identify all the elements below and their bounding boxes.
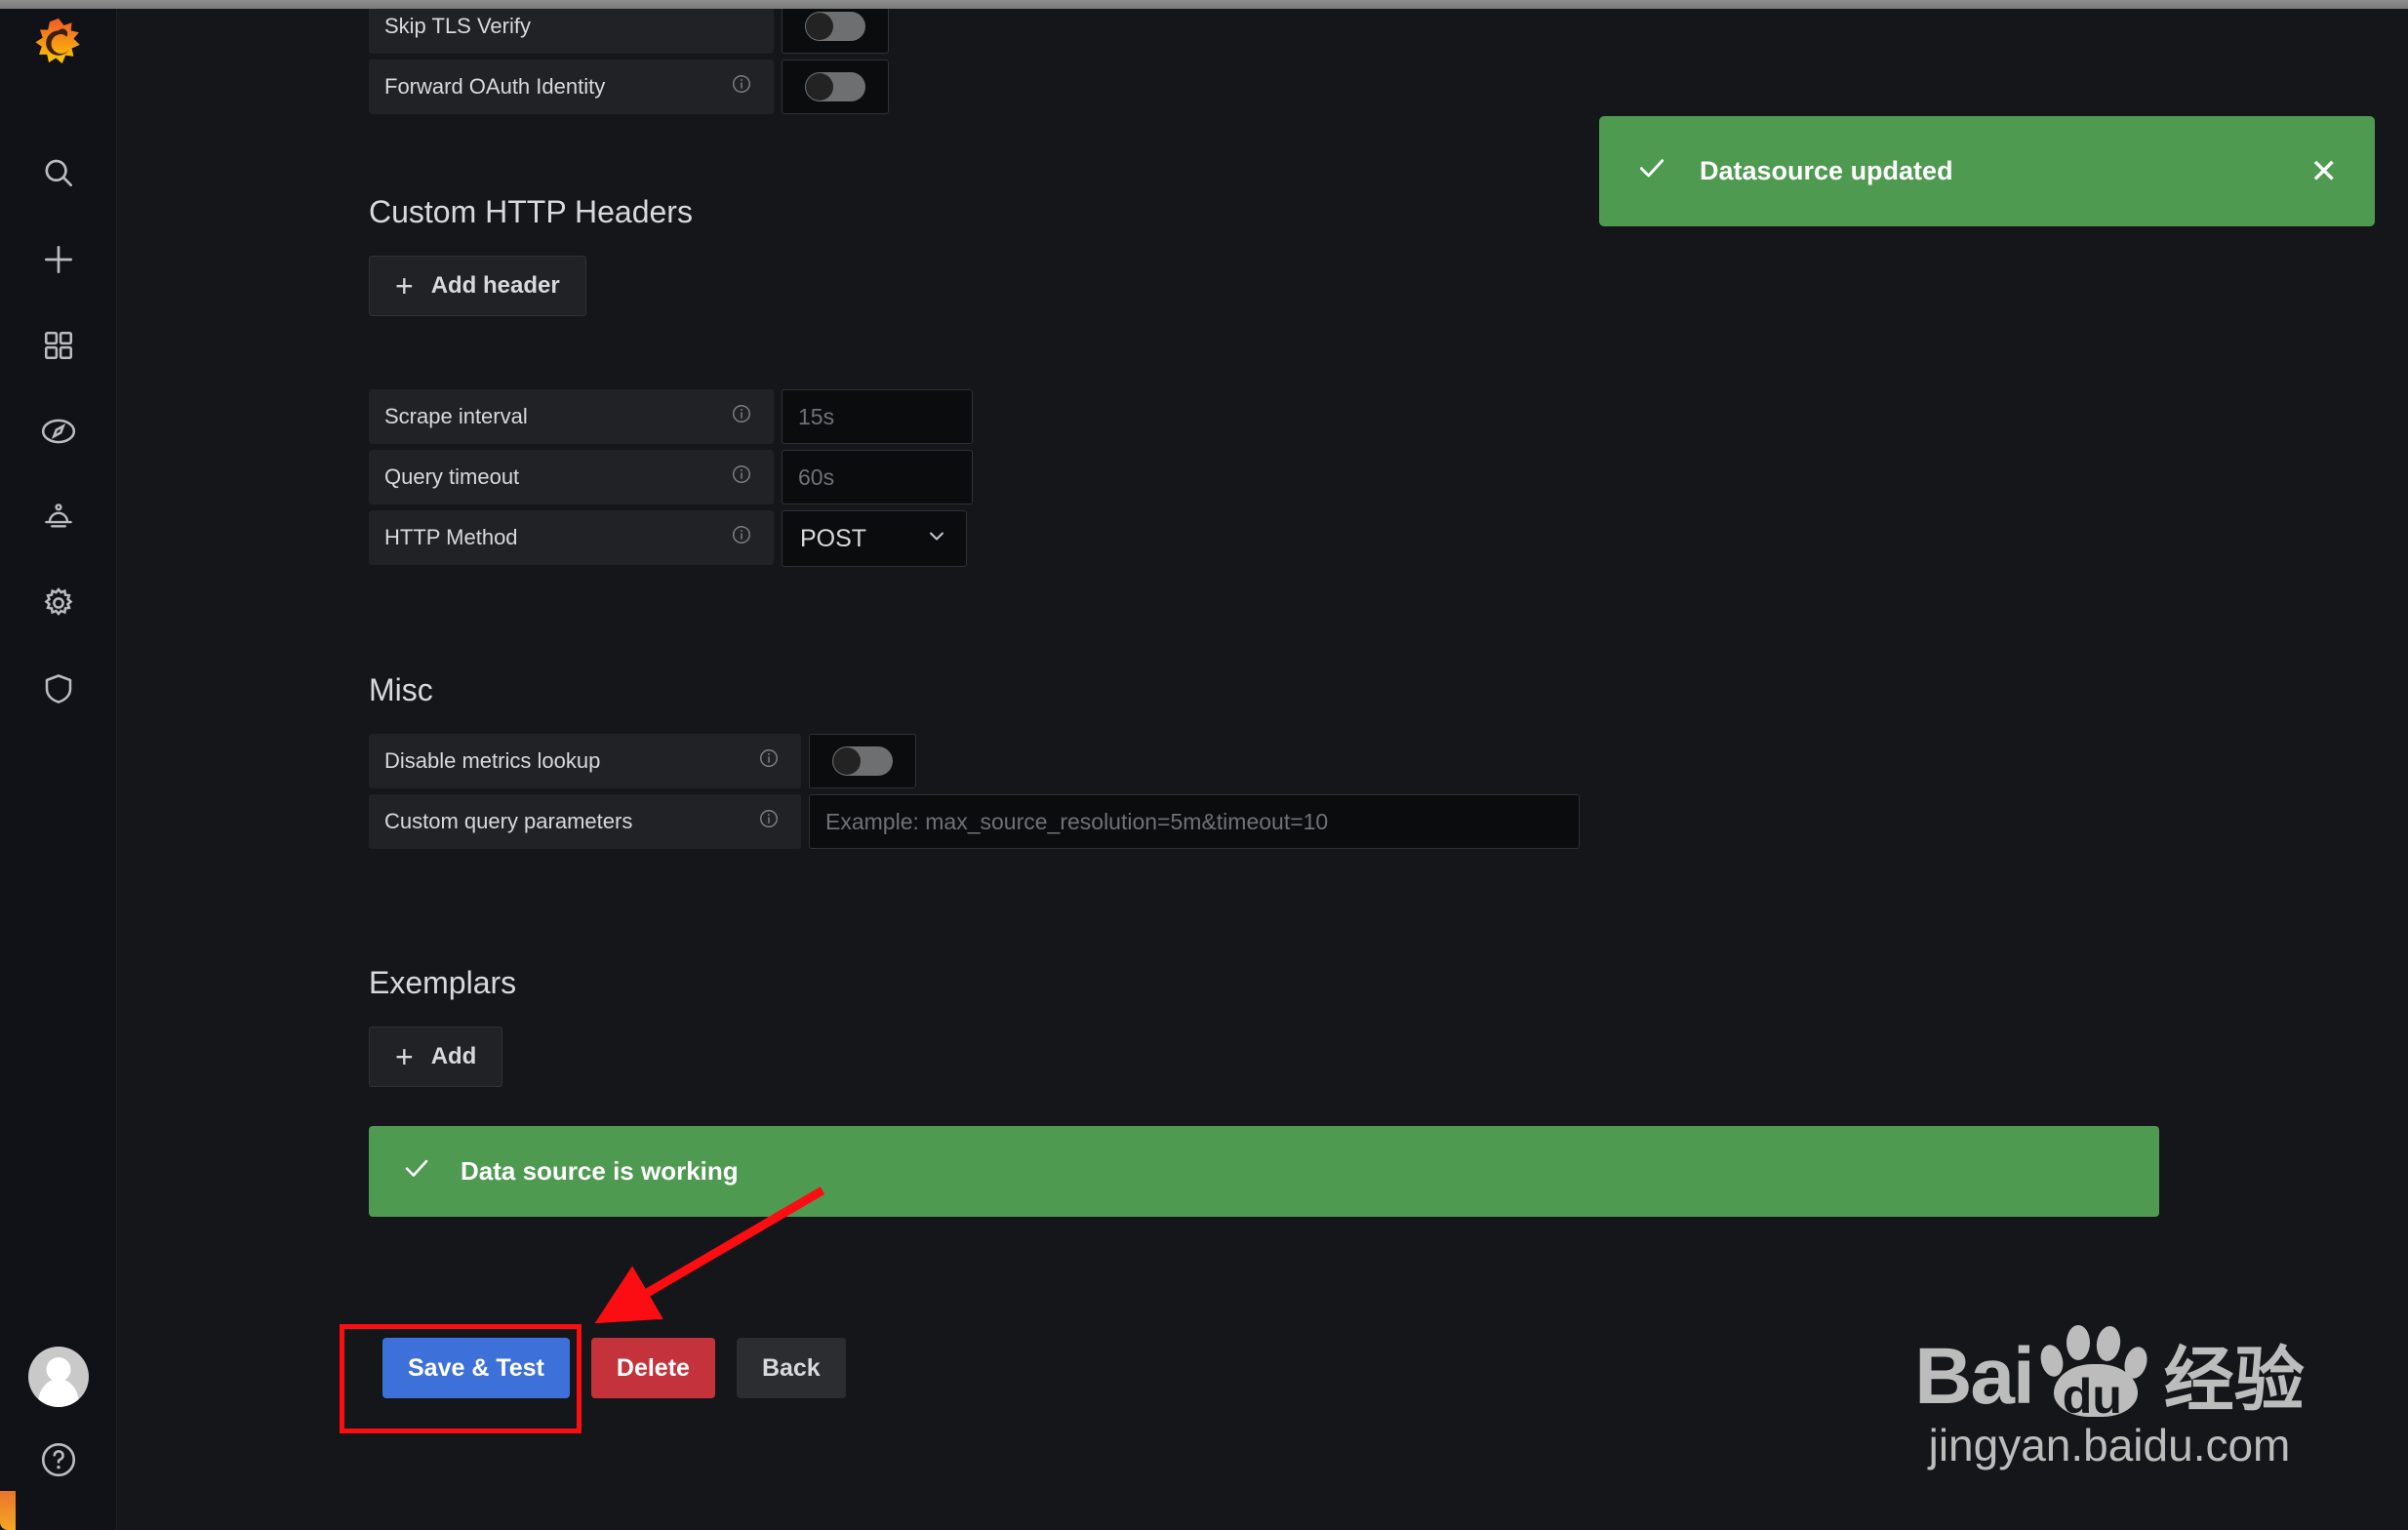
watermark-cn-text: 经验 bbox=[2163, 1338, 2305, 1421]
misc-section: Misc Disable metrics lookup Custom query… bbox=[369, 672, 1580, 855]
info-icon[interactable] bbox=[731, 463, 752, 491]
custom-http-headers-section: Custom HTTP Headers + Add header bbox=[369, 194, 693, 316]
field-row-skip-tls-verify: Skip TLS Verify bbox=[369, 9, 889, 54]
toggle-knob bbox=[806, 13, 833, 40]
shield-icon bbox=[41, 671, 76, 706]
compass-icon bbox=[40, 413, 77, 450]
add-header-label: Add header bbox=[430, 272, 560, 299]
add-exemplar-label: Add bbox=[430, 1043, 477, 1069]
dashboards-grid-icon bbox=[42, 329, 75, 362]
plus-icon bbox=[40, 241, 77, 278]
sidebar-item-configuration[interactable] bbox=[0, 560, 117, 646]
baidu-paw-icon: du bbox=[2037, 1323, 2154, 1421]
sidebar-nav-list bbox=[0, 131, 117, 732]
sidebar-item-dashboards[interactable] bbox=[0, 302, 117, 388]
user-avatar-icon[interactable] bbox=[27, 1347, 89, 1407]
field-row-query-timeout: Query timeout bbox=[369, 450, 973, 504]
window-top-edge bbox=[0, 0, 2408, 9]
scrape-interval-input[interactable] bbox=[782, 389, 973, 444]
search-icon bbox=[40, 155, 77, 192]
exemplars-section: Exemplars + Add bbox=[369, 965, 516, 1087]
info-icon[interactable] bbox=[731, 524, 752, 551]
disable-metrics-lookup-toggle[interactable] bbox=[809, 734, 916, 788]
info-icon[interactable] bbox=[758, 808, 780, 835]
main-sidebar bbox=[0, 0, 117, 1530]
grafana-logo-icon[interactable] bbox=[28, 14, 89, 74]
auth-fields-group: Skip TLS Verify Forward OAuth Identity bbox=[369, 9, 889, 120]
toggle-track bbox=[832, 746, 893, 776]
datasource-test-result-banner: Data source is working bbox=[369, 1126, 2159, 1217]
watermark-paw-label: du bbox=[2062, 1369, 2122, 1424]
sidebar-item-explore[interactable] bbox=[0, 388, 117, 474]
watermark-brand-text: Bai bbox=[1914, 1332, 2035, 1422]
datasource-updated-toast: Datasource updated ✕ bbox=[1599, 116, 2375, 226]
query-timeout-input[interactable] bbox=[782, 450, 973, 504]
http-method-label: HTTP Method bbox=[369, 510, 774, 565]
baidu-jingyan-watermark: Bai du 经验 jingyan.baidu.com bbox=[1895, 1323, 2324, 1471]
question-circle-icon[interactable] bbox=[31, 1432, 86, 1487]
bell-icon bbox=[41, 500, 76, 535]
info-icon[interactable] bbox=[758, 747, 780, 775]
sidebar-bottom-section bbox=[27, 1347, 89, 1530]
label-text: Custom query parameters bbox=[384, 809, 633, 833]
grafana-datasource-settings-page: Skip TLS Verify Forward OAuth Identity C… bbox=[0, 0, 2408, 1530]
label-text: Forward OAuth Identity bbox=[384, 74, 606, 99]
label-text: HTTP Method bbox=[384, 525, 518, 549]
custom-query-parameters-label: Custom query parameters bbox=[369, 794, 801, 849]
label-text: Skip TLS Verify bbox=[384, 14, 531, 38]
check-icon bbox=[402, 1153, 431, 1189]
field-row-custom-query-parameters: Custom query parameters bbox=[369, 794, 1580, 849]
custom-query-parameters-input[interactable] bbox=[809, 794, 1580, 849]
field-row-forward-oauth-identity: Forward OAuth Identity bbox=[369, 60, 889, 114]
toggle-track bbox=[805, 12, 865, 41]
sidebar-item-server-admin[interactable] bbox=[0, 646, 117, 732]
toggle-track bbox=[805, 72, 865, 101]
label-text: Query timeout bbox=[384, 464, 520, 489]
info-icon[interactable] bbox=[731, 73, 752, 101]
plus-icon: + bbox=[395, 1039, 414, 1074]
form-action-buttons: Save & Test Delete Back bbox=[382, 1338, 846, 1398]
exemplars-title: Exemplars bbox=[369, 965, 517, 1000]
toggle-knob bbox=[806, 73, 833, 101]
label-text: Scrape interval bbox=[384, 404, 528, 428]
plus-icon: + bbox=[395, 268, 414, 303]
query-timeout-label: Query timeout bbox=[369, 450, 774, 504]
field-row-disable-metrics-lookup: Disable metrics lookup bbox=[369, 734, 1580, 788]
test-result-message: Data source is working bbox=[461, 1156, 739, 1186]
scrape-interval-label: Scrape interval bbox=[369, 389, 774, 444]
forward-oauth-identity-label: Forward OAuth Identity bbox=[369, 60, 774, 114]
http-method-selected-value: POST bbox=[800, 524, 867, 552]
disable-metrics-lookup-label: Disable metrics lookup bbox=[369, 734, 801, 788]
sidebar-item-search[interactable] bbox=[0, 131, 117, 217]
save-and-test-button[interactable]: Save & Test bbox=[382, 1338, 570, 1398]
add-header-button[interactable]: + Add header bbox=[369, 256, 586, 316]
gear-icon bbox=[40, 584, 77, 622]
misc-title: Misc bbox=[369, 672, 433, 707]
skip-tls-verify-toggle[interactable] bbox=[782, 9, 889, 54]
chevron-down-icon bbox=[925, 524, 948, 554]
check-icon bbox=[1636, 152, 1667, 190]
watermark-url: jingyan.baidu.com bbox=[1928, 1420, 2291, 1470]
forward-oauth-identity-toggle[interactable] bbox=[782, 60, 889, 114]
close-icon[interactable]: ✕ bbox=[2310, 155, 2339, 188]
sidebar-item-alerting[interactable] bbox=[0, 474, 117, 560]
skip-tls-verify-label: Skip TLS Verify bbox=[369, 9, 774, 54]
http-method-select[interactable]: POST bbox=[782, 510, 967, 567]
info-icon[interactable] bbox=[731, 403, 752, 430]
sidebar-item-create[interactable] bbox=[0, 217, 117, 302]
intervals-group: Scrape interval Query timeout bbox=[369, 389, 973, 573]
delete-button[interactable]: Delete bbox=[590, 1338, 715, 1398]
watermark-logo-row: Bai du 经验 bbox=[1895, 1323, 2324, 1422]
back-button[interactable]: Back bbox=[736, 1338, 846, 1398]
add-exemplar-button[interactable]: + Add bbox=[369, 1027, 503, 1087]
field-row-scrape-interval: Scrape interval bbox=[369, 389, 973, 444]
label-text: Disable metrics lookup bbox=[384, 748, 601, 773]
toggle-knob bbox=[833, 747, 861, 775]
toast-message: Datasource updated bbox=[1700, 156, 1953, 185]
custom-http-headers-title: Custom HTTP Headers bbox=[369, 194, 693, 229]
settings-content-area: Skip TLS Verify Forward OAuth Identity C… bbox=[118, 9, 2408, 1530]
field-row-http-method: HTTP Method POST bbox=[369, 510, 973, 567]
